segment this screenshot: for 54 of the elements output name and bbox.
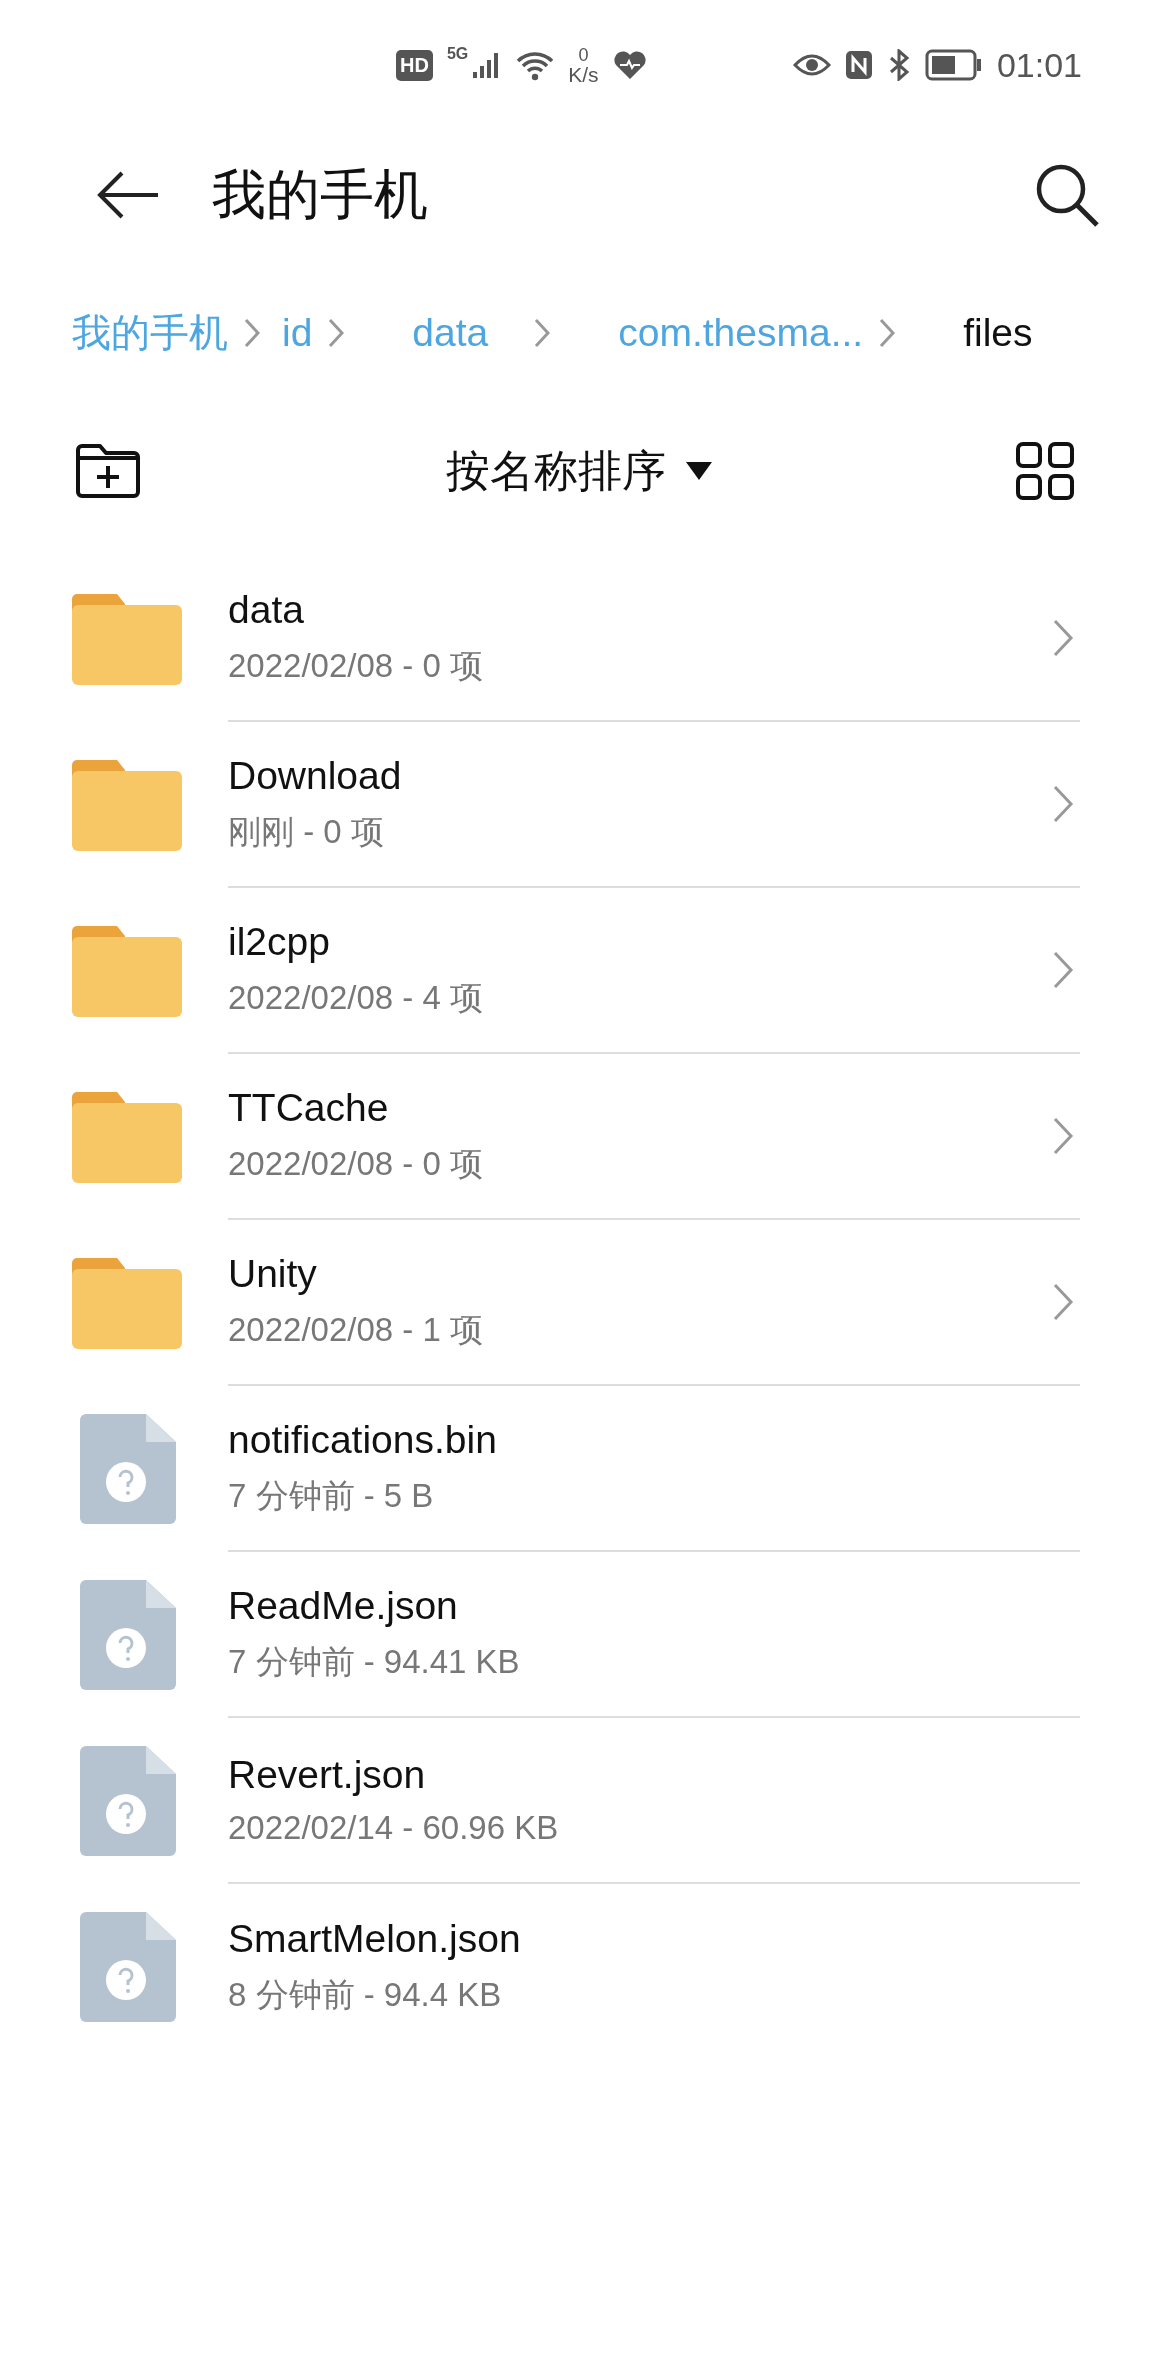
chevron-icon xyxy=(1052,1282,1074,1322)
chevron-icon xyxy=(1052,1116,1074,1156)
battery-icon xyxy=(924,49,983,81)
item-name[interactable]: TTCache xyxy=(228,1085,1052,1130)
eye-icon xyxy=(792,52,831,78)
chevron-icon xyxy=(1052,950,1074,990)
item-details: 2022/02/14 - 60.96 KB xyxy=(228,1809,560,1847)
speed-value: 0 xyxy=(578,45,589,65)
heart-icon xyxy=(612,50,647,80)
folder-icon xyxy=(72,925,182,1017)
search-icon[interactable] xyxy=(1034,162,1100,228)
item-name[interactable]: notifications.bin xyxy=(228,1417,1080,1462)
item-name[interactable]: ReadMe.json xyxy=(228,1583,1080,1628)
caret-icon xyxy=(686,462,712,480)
chevron-icon xyxy=(328,318,345,348)
item-details: 刚刚 - 0 项 xyxy=(228,811,385,852)
hd-icon: HD xyxy=(396,49,433,81)
item-name[interactable]: il2cpp xyxy=(228,919,1052,964)
folder-icon xyxy=(72,1257,182,1349)
item-details: 2022/02/08 - 0 项 xyxy=(228,1143,484,1184)
chevron-icon xyxy=(244,318,260,348)
clock: 01:01 xyxy=(996,45,1082,85)
nfc-icon xyxy=(844,50,873,80)
item-details: 2022/02/08 - 0 项 xyxy=(228,645,484,686)
item-name[interactable]: Revert.json xyxy=(228,1753,1080,1797)
unknown-file-icon xyxy=(80,1746,176,1856)
breadcrumb-link[interactable]: files xyxy=(963,311,1033,355)
grid-view-icon[interactable] xyxy=(1016,442,1074,500)
item-details: 8 分钟前 - 94.4 KB xyxy=(228,1974,503,2015)
unknown-file-icon xyxy=(80,1580,176,1690)
unknown-file-icon xyxy=(80,1414,176,1524)
item-details: 2022/02/08 - 4 项 xyxy=(228,977,484,1018)
unknown-file-icon xyxy=(80,1912,176,2022)
chevron-icon xyxy=(1052,784,1074,824)
screen-title: 我的手机 xyxy=(212,162,429,226)
wifi-icon xyxy=(516,49,555,81)
back-icon[interactable] xyxy=(96,170,160,220)
new-folder-icon[interactable] xyxy=(74,442,142,500)
sort-button[interactable]: 按名称排序 xyxy=(446,441,712,501)
item-name[interactable]: Unity xyxy=(228,1251,1052,1296)
item-name[interactable]: Download xyxy=(228,753,1052,798)
network-label: 5G xyxy=(446,45,469,63)
chevron-icon xyxy=(879,318,896,348)
speed-unit: K/s xyxy=(568,65,599,85)
chevron-icon xyxy=(534,318,551,348)
item-name[interactable]: data xyxy=(228,587,1052,632)
folder-icon xyxy=(72,759,182,851)
folder-icon xyxy=(72,593,182,685)
item-details: 7 分钟前 - 5 B xyxy=(228,1475,435,1516)
item-details: 2022/02/08 - 1 项 xyxy=(228,1309,484,1350)
folder-icon xyxy=(72,1091,182,1183)
item-name[interactable]: SmartMelon.json xyxy=(228,1916,1080,1961)
item-details: 7 分钟前 - 94.41 KB xyxy=(228,1641,521,1682)
chevron-icon xyxy=(1052,618,1074,658)
